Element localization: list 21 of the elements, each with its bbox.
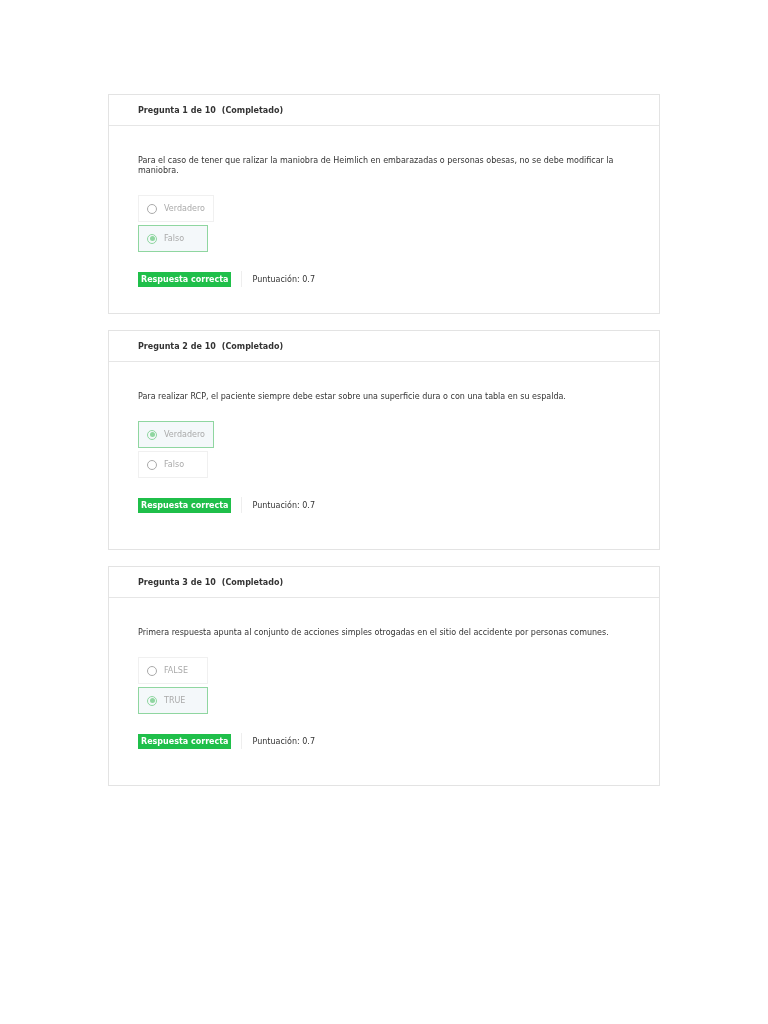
- answer-option[interactable]: TRUE: [138, 687, 208, 714]
- question-text: Primera respuesta apunta al conjunto de acciones simples otrogadas en el sitio del accidente por personas comunes.: [138, 628, 610, 638]
- result-badge: Respuesta correcta: [138, 733, 232, 749]
- score-text: Puntuación: 0.7: [252, 736, 315, 746]
- question-text: Para realizar RCP, el paciente siempre debe estar sobre una superficie dura o con una tabla en su espalda.: [138, 392, 567, 402]
- question-number: Pregunta 3 de 10: [138, 577, 216, 587]
- result-badge: Respuesta correcta: [138, 271, 232, 287]
- question-text: Para el caso de tener que ralizar la maniobra de Heimlich en embarazadas o personas obesas, no se debe modificar la maniobra.: [138, 156, 615, 176]
- question-status: (Completado): [221, 577, 284, 587]
- answer-option[interactable]: Falso: [138, 451, 208, 478]
- question-status: (Completado): [221, 341, 284, 351]
- score-text: Puntuación: 0.7: [252, 500, 315, 510]
- question-number: Pregunta 2 de 10: [138, 341, 216, 351]
- question-number: Pregunta 1 de 10: [138, 105, 216, 115]
- result-badge: Respuesta correcta: [138, 497, 232, 513]
- answer-option[interactable]: FALSE: [138, 657, 208, 684]
- score-text: Puntuación: 0.7: [252, 274, 315, 284]
- answer-option[interactable]: Verdadero: [138, 421, 214, 448]
- answer-option[interactable]: Falso: [138, 225, 208, 252]
- answer-option[interactable]: Verdadero: [138, 195, 214, 222]
- question-status: (Completado): [221, 105, 284, 115]
